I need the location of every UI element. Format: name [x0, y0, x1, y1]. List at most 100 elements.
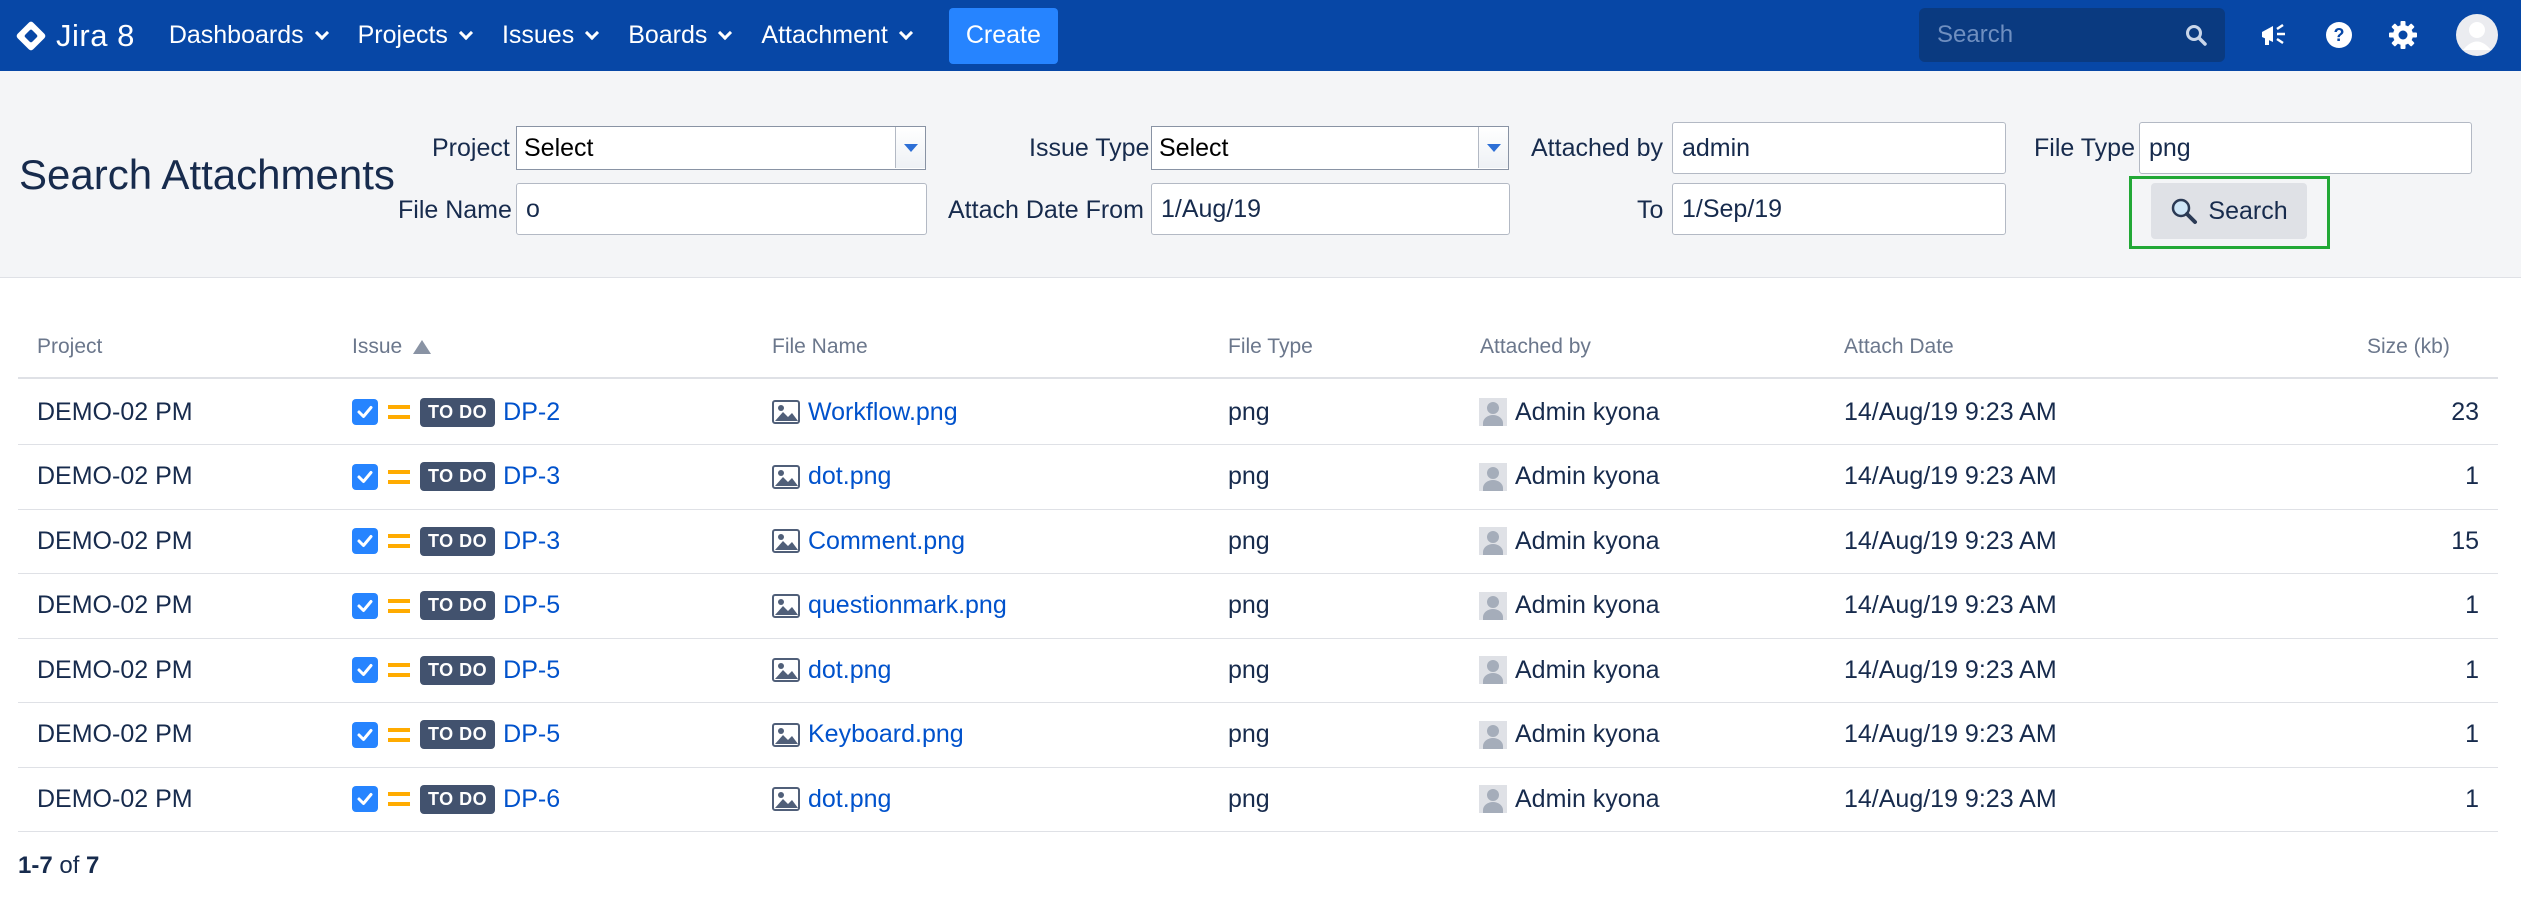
- nav-boards-label: Boards: [628, 21, 708, 49]
- nav-boards[interactable]: Boards: [628, 21, 733, 50]
- attached-by-cell: Admin kyona: [1515, 720, 1660, 748]
- issue-key-link[interactable]: DP-6: [503, 785, 560, 814]
- priority-medium-icon: [388, 727, 410, 742]
- avatar-icon: [2456, 14, 2498, 56]
- jira-logo[interactable]: Jira 8: [15, 17, 135, 54]
- col-header-issue[interactable]: Issue: [352, 335, 432, 359]
- user-avatar-icon: [1479, 398, 1507, 426]
- table-row: DEMO-02 PM TO DO DP-6 dot.png png Admin kyona…: [18, 767, 2498, 832]
- file-name-link[interactable]: questionmark.png: [808, 591, 1007, 620]
- attach-date-cell: 14/Aug/19 9:23 AM: [1844, 591, 2057, 619]
- file-name-link[interactable]: Workflow.png: [808, 398, 958, 427]
- issue-type-icon: [352, 657, 378, 683]
- file-name-input[interactable]: o: [516, 183, 927, 235]
- search-button[interactable]: Search: [2151, 183, 2307, 239]
- attached-by-cell: Admin kyona: [1515, 462, 1660, 490]
- settings-button[interactable]: [2382, 14, 2424, 56]
- table-row: DEMO-02 PM TO DO DP-5 dot.png png Admin kyona…: [18, 638, 2498, 703]
- dropdown-arrow-icon[interactable]: [895, 127, 925, 168]
- global-search-input[interactable]: Search: [1919, 8, 2225, 62]
- image-file-icon: [772, 658, 800, 682]
- size-cell: 15: [2451, 526, 2479, 555]
- pagination-count: 1-7 of 7: [18, 852, 99, 880]
- table-row: DEMO-02 PM TO DO DP-2 Workflow.png png Admin …: [18, 380, 2498, 445]
- file-name-link[interactable]: dot.png: [808, 462, 891, 491]
- announcements-button[interactable]: [2253, 14, 2295, 56]
- col-header-size[interactable]: Size (kb): [2367, 335, 2450, 359]
- nav-issues[interactable]: Issues: [502, 21, 600, 50]
- col-header-attached-by[interactable]: Attached by: [1480, 335, 1591, 359]
- dropdown-arrow-icon[interactable]: [1478, 127, 1508, 168]
- col-header-project[interactable]: Project: [37, 335, 102, 359]
- file-name-link[interactable]: dot.png: [808, 785, 891, 814]
- attach-date-cell: 14/Aug/19 9:23 AM: [1844, 655, 2057, 684]
- project-select-value: Select: [524, 133, 594, 162]
- file-name-link[interactable]: Keyboard.png: [808, 720, 964, 749]
- search-icon: [2172, 198, 2198, 224]
- svg-text:?: ?: [2334, 25, 2345, 45]
- file-name-link[interactable]: dot.png: [808, 656, 891, 685]
- attach-date-to-input[interactable]: 1/Sep/19: [1672, 183, 2006, 235]
- image-file-icon: [772, 529, 800, 553]
- file-type-cell: png: [1228, 462, 1270, 490]
- image-file-icon: [772, 787, 800, 811]
- priority-medium-icon: [388, 598, 410, 613]
- attach-date-from-input[interactable]: 1/Aug/19: [1151, 183, 1510, 235]
- file-type-cell: png: [1228, 397, 1270, 426]
- size-cell: 1: [2465, 784, 2479, 813]
- logo-text: Jira 8: [56, 17, 135, 53]
- pagination-total: 7: [86, 852, 100, 879]
- create-button[interactable]: Create: [948, 7, 1058, 64]
- issue-key-link[interactable]: DP-5: [503, 591, 560, 620]
- attached-by-input[interactable]: admin: [1672, 122, 2006, 174]
- col-header-attach-date[interactable]: Attach Date: [1844, 335, 1954, 359]
- checkbox-checked-icon: [357, 406, 373, 418]
- help-button[interactable]: ?: [2318, 14, 2360, 56]
- issue-key-link[interactable]: DP-3: [503, 527, 560, 556]
- status-lozenge: TO DO: [420, 526, 496, 556]
- attach-date-cell: 14/Aug/19 9:23 AM: [1844, 397, 2057, 426]
- issue-key-link[interactable]: DP-2: [503, 398, 560, 427]
- issue-type-icon: [352, 721, 378, 748]
- chevron-down-icon: [458, 25, 474, 40]
- attached-by-cell: Admin kyona: [1515, 397, 1660, 426]
- issue-key-link[interactable]: DP-3: [503, 462, 560, 491]
- issue-type-select[interactable]: Select: [1151, 126, 1509, 170]
- priority-medium-icon: [388, 663, 410, 677]
- file-name-link[interactable]: Comment.png: [808, 527, 965, 556]
- table-row: DEMO-02 PM TO DO DP-5 Keyboard.png png Admin …: [18, 703, 2498, 768]
- nav-attachment[interactable]: Attachment: [761, 21, 913, 50]
- page-title: Search Attachments: [19, 151, 395, 198]
- nav-projects[interactable]: Projects: [357, 21, 474, 50]
- project-select[interactable]: Select: [516, 126, 926, 170]
- issue-type-icon: [352, 463, 378, 490]
- project-cell: DEMO-02 PM: [37, 720, 193, 748]
- col-header-file-type[interactable]: File Type: [1228, 335, 1313, 359]
- priority-medium-icon: [388, 534, 410, 548]
- project-label: Project: [432, 134, 510, 162]
- nav-dashboards[interactable]: Dashboards: [168, 21, 329, 50]
- col-header-file-name[interactable]: File Name: [772, 335, 868, 359]
- image-file-icon: [772, 593, 800, 618]
- nav-projects-label: Projects: [357, 21, 448, 49]
- attached-by-cell: Admin kyona: [1515, 655, 1660, 684]
- size-cell: 1: [2465, 462, 2479, 490]
- issue-key-link[interactable]: DP-5: [503, 656, 560, 685]
- jira-diamond-icon: [15, 19, 47, 52]
- checkbox-checked-icon: [357, 793, 373, 805]
- nav-dashboards-label: Dashboards: [168, 21, 304, 49]
- checkbox-checked-icon: [357, 470, 373, 483]
- priority-medium-icon: [388, 469, 410, 484]
- issue-key-link[interactable]: DP-5: [503, 720, 560, 749]
- project-cell: DEMO-02 PM: [37, 591, 193, 619]
- attach-date-to-label: To: [1637, 196, 1664, 224]
- status-lozenge: TO DO: [420, 397, 496, 427]
- user-profile-button[interactable]: [2454, 12, 2500, 58]
- attach-date-cell: 14/Aug/19 9:23 AM: [1844, 784, 2057, 813]
- table-header-divider: [18, 377, 2498, 379]
- attached-by-label: Attached by: [1531, 134, 1664, 162]
- file-type-label: File Type: [2034, 134, 2135, 162]
- project-cell: DEMO-02 PM: [37, 462, 193, 490]
- project-cell: DEMO-02 PM: [37, 784, 193, 813]
- file-type-input[interactable]: png: [2139, 122, 2472, 174]
